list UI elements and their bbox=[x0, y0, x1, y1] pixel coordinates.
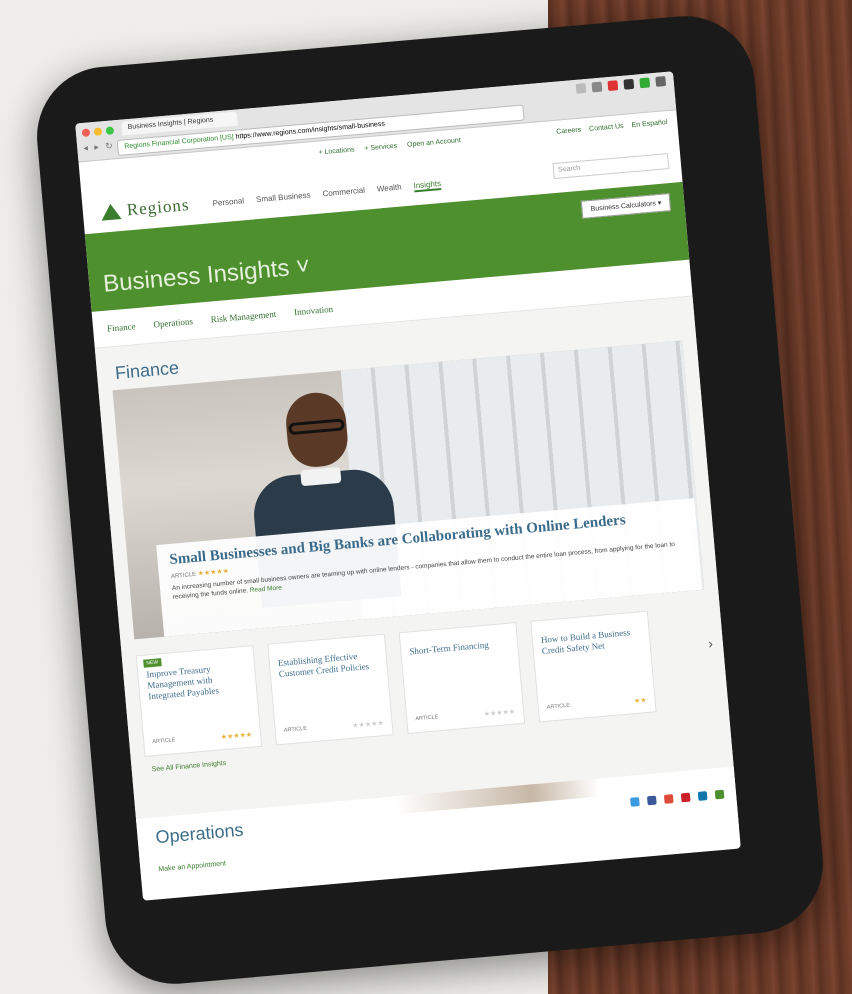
search-input[interactable]: Search bbox=[552, 153, 670, 180]
card-title[interactable]: Establishing Effective Customer Credit P… bbox=[277, 649, 379, 680]
pinterest-icon[interactable] bbox=[680, 792, 691, 803]
article-card[interactable]: Short-Term Financing ARTICLE ★★★★★ bbox=[398, 622, 526, 734]
read-more-link[interactable]: Read More bbox=[250, 584, 283, 594]
card-rating: ★★★★★ bbox=[352, 720, 384, 730]
subnav-innovation[interactable]: Innovation bbox=[294, 304, 334, 317]
card-title[interactable]: How to Build a Business Credit Safety Ne… bbox=[540, 626, 642, 657]
secure-label: Regions Financial Corporation [US] bbox=[124, 133, 234, 151]
new-badge: NEW bbox=[143, 658, 162, 668]
feature-type: ARTICLE bbox=[170, 571, 197, 580]
linkedin-icon[interactable] bbox=[697, 791, 708, 801]
nav-personal[interactable]: Personal bbox=[212, 196, 244, 210]
tool-icon[interactable] bbox=[591, 81, 603, 93]
extension-icon[interactable] bbox=[623, 78, 635, 90]
card-rating: ★★ bbox=[633, 697, 647, 706]
feature-rating: ★★★★★ bbox=[197, 567, 230, 578]
star-icon[interactable] bbox=[575, 82, 587, 94]
article-card[interactable]: NEW Improve Treasury Management with Int… bbox=[135, 645, 263, 757]
card-type: ARTICLE bbox=[283, 725, 308, 734]
card-type: ARTICLE bbox=[546, 702, 571, 711]
finance-section: Finance Small Businesses and Big Banks a… bbox=[94, 296, 740, 881]
facebook-icon[interactable] bbox=[646, 795, 657, 806]
nav-insights[interactable]: Insights bbox=[413, 178, 442, 193]
regions-logo[interactable]: Regions bbox=[100, 195, 190, 223]
card-title[interactable]: Short-Term Financing bbox=[409, 638, 510, 658]
minimize-dot-icon[interactable] bbox=[93, 127, 103, 137]
card-title[interactable]: Improve Treasury Management with Integra… bbox=[146, 661, 248, 703]
evernote-icon[interactable] bbox=[639, 77, 651, 89]
business-calculators-button[interactable]: Business Calculators ▾ bbox=[580, 193, 672, 219]
google-plus-icon[interactable] bbox=[663, 794, 674, 804]
subnav-risk-management[interactable]: Risk Management bbox=[210, 309, 276, 325]
card-rating: ★★★★★ bbox=[220, 731, 253, 742]
banner-title[interactable]: Business Insights ˅ bbox=[102, 253, 311, 299]
util-link-locations[interactable]: + Locations bbox=[318, 146, 354, 156]
article-card[interactable]: Establishing Effective Customer Credit P… bbox=[267, 633, 394, 746]
close-dot-icon[interactable] bbox=[81, 128, 91, 138]
logo-text: Regions bbox=[126, 195, 191, 220]
nav-commercial[interactable]: Commercial bbox=[322, 186, 365, 201]
nav-wealth[interactable]: Wealth bbox=[377, 182, 403, 195]
subnav-operations[interactable]: Operations bbox=[153, 316, 193, 329]
menu-icon[interactable] bbox=[655, 76, 667, 87]
browser-nav-buttons[interactable]: ◂ ▸ ↻ bbox=[83, 140, 115, 154]
subnav-finance[interactable]: Finance bbox=[107, 321, 136, 333]
util-link-contact[interactable]: Contact Us bbox=[589, 123, 624, 133]
email-icon[interactable] bbox=[714, 789, 725, 800]
article-card[interactable]: How to Build a Business Credit Safety Ne… bbox=[530, 610, 657, 723]
card-type: ARTICLE bbox=[152, 737, 176, 746]
regions-logo-icon bbox=[100, 203, 122, 221]
window-controls bbox=[81, 126, 115, 138]
maximize-dot-icon[interactable] bbox=[105, 126, 115, 135]
util-link-careers[interactable]: Careers bbox=[556, 127, 581, 136]
util-link-open-account[interactable]: Open an Account bbox=[407, 137, 461, 149]
tablet-screen: Business Insights | Regions ◂ ▸ ↻ Region… bbox=[75, 71, 741, 901]
twitter-icon[interactable] bbox=[630, 797, 640, 807]
hero-image[interactable]: Small Businesses and Big Banks are Colla… bbox=[112, 340, 705, 640]
make-appointment-link[interactable]: Make an Appointment bbox=[158, 860, 226, 873]
pocket-icon[interactable] bbox=[607, 80, 619, 92]
card-type: ARTICLE bbox=[415, 714, 439, 723]
chevron-right-icon[interactable]: › bbox=[707, 635, 713, 651]
util-link-espanol[interactable]: En Español bbox=[631, 119, 667, 129]
card-rating: ★★★★★ bbox=[483, 708, 516, 719]
extension-icons bbox=[575, 76, 667, 94]
util-link-services[interactable]: + Services bbox=[364, 143, 397, 153]
nav-small-business[interactable]: Small Business bbox=[256, 190, 311, 206]
